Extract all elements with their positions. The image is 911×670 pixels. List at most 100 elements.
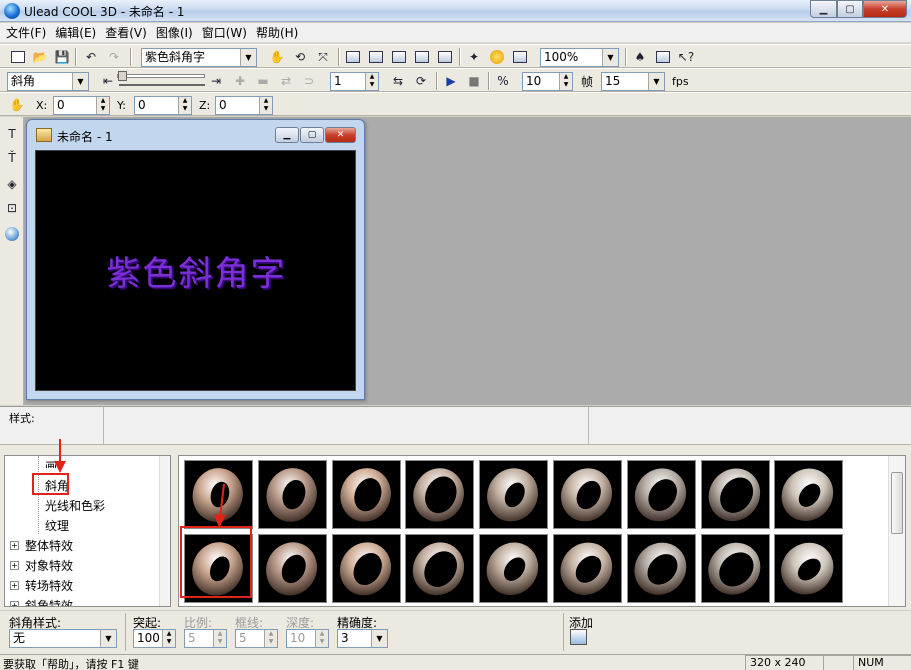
back-view-icon[interactable] <box>367 48 385 66</box>
bevel-thumbnail[interactable] <box>258 534 327 603</box>
chevron-down-icon[interactable]: ▼ <box>100 630 116 647</box>
chevron-down-icon[interactable]: ▼ <box>648 73 664 90</box>
document-window[interactable]: 未命名 - 1 ▁ ▢ ✕ 紫色斜角字 <box>26 119 365 400</box>
bevel-thumbnail[interactable] <box>627 534 696 603</box>
x-spinner[interactable]: 0 ▲ ▼ <box>53 96 110 115</box>
help-pointer-icon[interactable]: ↖? <box>677 48 695 66</box>
spinner-arrows-icon[interactable]: ▲ ▼ <box>315 630 328 647</box>
redo-icon[interactable]: ↷ <box>105 48 123 66</box>
timeline-slider[interactable] <box>117 74 205 78</box>
menu-image[interactable]: 图像(I) <box>156 24 200 41</box>
expand-icon[interactable]: + <box>10 541 19 550</box>
top-view-icon[interactable] <box>413 48 431 66</box>
bottom-view-icon[interactable] <box>436 48 454 66</box>
first-frame-icon[interactable]: ⇤ <box>99 72 117 90</box>
insert-text-icon[interactable]: T <box>3 125 21 143</box>
bevel-thumbnail[interactable] <box>701 460 770 529</box>
size-object-icon[interactable]: ⤧ <box>314 48 332 66</box>
menu-file[interactable]: 文件(F) <box>6 24 53 41</box>
bevel-thumbnail[interactable] <box>627 460 696 529</box>
maximize-button[interactable]: ▢ <box>837 0 863 18</box>
image-icon[interactable] <box>654 48 672 66</box>
border-spinner[interactable]: 5 ▲ ▼ <box>235 629 278 648</box>
menu-edit[interactable]: 编辑(E) <box>55 24 103 41</box>
extrude-spinner[interactable]: 100 ▲ ▼ <box>133 629 176 648</box>
bevel-thumbnail[interactable] <box>258 460 327 529</box>
save-icon[interactable]: 💾 <box>53 48 71 66</box>
z-spinner[interactable]: 0 ▲ ▼ <box>215 96 273 115</box>
add-key-icon[interactable]: ✚ <box>231 72 249 90</box>
timeline-slider-thumb[interactable] <box>118 71 127 81</box>
bevel-thumbnail[interactable] <box>553 534 622 603</box>
bevel-thumbnail[interactable] <box>774 534 843 603</box>
tree-group-object-fx[interactable]: 对象特效 <box>25 557 73 574</box>
frame-count-spinner[interactable]: 10 ▲ ▼ <box>522 72 573 91</box>
menu-help[interactable]: 帮助(H) <box>256 24 305 41</box>
bevel-thumbnail[interactable] <box>701 534 770 603</box>
doc-close-button[interactable]: ✕ <box>325 127 356 143</box>
scrollbar-thumb[interactable] <box>891 472 903 534</box>
chart-icon[interactable] <box>511 48 529 66</box>
current-frame-spinner[interactable]: 1 ▲ ▼ <box>330 72 379 91</box>
minimize-button[interactable]: ▁ <box>810 0 837 18</box>
close-button[interactable]: ✕ <box>863 0 907 18</box>
bevel-style-combo[interactable]: 无 ▼ <box>9 629 117 648</box>
spinner-arrows-icon[interactable]: ▲ ▼ <box>365 73 378 90</box>
render-canvas[interactable]: 紫色斜角字 <box>35 150 356 391</box>
menu-window[interactable]: 窗口(W) <box>202 24 254 41</box>
spinner-arrows-icon[interactable]: ▲ ▼ <box>178 97 191 114</box>
reverse-key-icon[interactable]: ⇄ <box>277 72 295 90</box>
loop-icon[interactable]: ⊃ <box>300 72 318 90</box>
doc-minimize-button[interactable]: ▁ <box>275 127 299 143</box>
chevron-down-icon[interactable]: ▼ <box>371 630 387 647</box>
tree-group-global-fx[interactable]: 整体特效 <box>25 537 73 554</box>
rotate-object-icon[interactable]: ⟲ <box>291 48 309 66</box>
expand-icon[interactable]: + <box>10 581 19 590</box>
object-name-combo[interactable]: 紫色斜角字 ▼ <box>141 48 257 67</box>
doc-maximize-button[interactable]: ▢ <box>300 127 324 143</box>
undo-icon[interactable]: ↶ <box>82 48 100 66</box>
gallery-scrollbar[interactable] <box>888 456 905 606</box>
y-spinner[interactable]: 0 ▲ ▼ <box>134 96 192 115</box>
bevel-thumbnail[interactable] <box>332 460 401 529</box>
bevel-thumbnail[interactable] <box>774 460 843 529</box>
spinner-arrows-icon[interactable]: ▲ ▼ <box>213 630 226 647</box>
repeat-icon[interactable]: ⟳ <box>412 72 430 90</box>
bevel-thumbnail[interactable] <box>553 460 622 529</box>
wand-icon[interactable]: ✦ <box>465 48 483 66</box>
play-icon[interactable]: ▶ <box>442 72 460 90</box>
globe-icon[interactable] <box>488 48 506 66</box>
open-folder-icon[interactable]: 📂 <box>31 48 49 66</box>
tree-item-light-color[interactable]: 光线和色彩 <box>45 497 105 514</box>
spinner-arrows-icon[interactable]: ▲ ▼ <box>259 97 272 114</box>
zoom-combo[interactable]: 100% ▼ <box>540 48 619 67</box>
menu-view[interactable]: 查看(V) <box>105 24 154 41</box>
bevel-thumbnail[interactable] <box>405 534 474 603</box>
effect-combo[interactable]: 斜角 ▼ <box>7 72 89 91</box>
front-view-icon[interactable] <box>344 48 362 66</box>
bevel-thumbnail[interactable] <box>405 460 474 529</box>
edit-text-icon[interactable]: Ť <box>3 149 21 167</box>
tree-group-bevel-fx[interactable]: 斜角特效 <box>25 597 73 606</box>
spinner-arrows-icon[interactable]: ▲ ▼ <box>162 630 175 647</box>
precision-combo[interactable]: 3 ▼ <box>337 629 388 648</box>
remove-key-icon[interactable]: ▬ <box>254 72 272 90</box>
pan-hand-icon[interactable]: ✋ <box>268 48 286 66</box>
percent-icon[interactable]: % <box>494 72 512 90</box>
expand-icon[interactable]: + <box>10 561 19 570</box>
bevel-thumbnail[interactable] <box>479 460 548 529</box>
ratio-spinner[interactable]: 5 ▲ ▼ <box>184 629 227 648</box>
fx-object-icon[interactable]: ♠ <box>631 48 649 66</box>
side-view-icon[interactable] <box>390 48 408 66</box>
chevron-down-icon[interactable]: ▼ <box>602 49 618 66</box>
insert-geometry-icon[interactable]: ◈ <box>3 175 21 193</box>
depth-spinner[interactable]: 10 ▲ ▼ <box>286 629 329 648</box>
object-select-icon[interactable]: ⊡ <box>3 199 21 217</box>
stop-icon[interactable]: ■ <box>465 72 483 90</box>
new-file-icon[interactable] <box>9 48 27 66</box>
add-to-gallery-icon[interactable] <box>570 629 587 645</box>
last-frame-icon[interactable]: ⇥ <box>207 72 225 90</box>
spinner-arrows-icon[interactable]: ▲ ▼ <box>559 73 572 90</box>
bevel-3d-text[interactable]: 紫色斜角字 <box>36 246 357 295</box>
tree-scrollbar[interactable] <box>159 456 170 606</box>
